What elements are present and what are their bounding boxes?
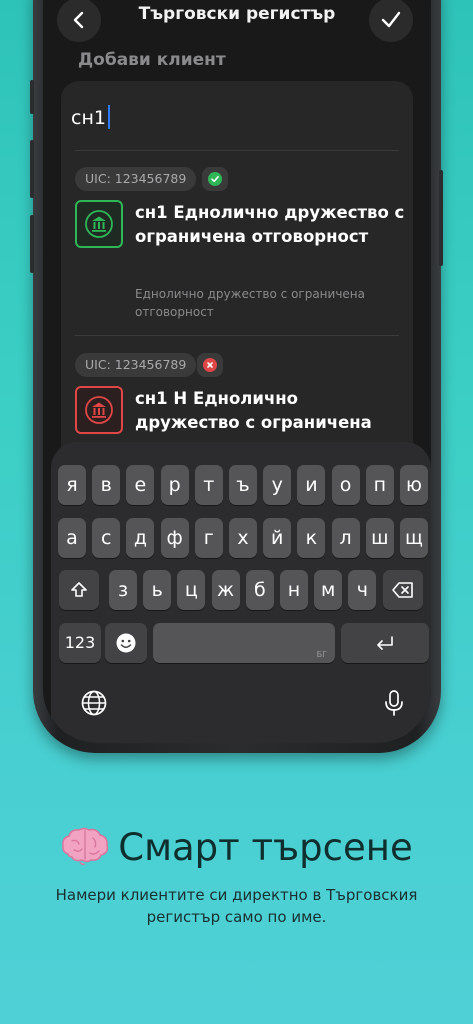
phone-volume-up xyxy=(30,140,34,198)
checkmark-icon xyxy=(381,11,401,28)
return-icon xyxy=(377,636,393,650)
microphone-icon xyxy=(385,690,403,716)
phone-volume-down xyxy=(30,215,34,273)
check-circle-icon xyxy=(211,176,219,183)
key-row2-0[interactable]: а xyxy=(58,518,86,558)
key-row2-5[interactable]: х xyxy=(229,518,257,558)
key-row1-10[interactable]: ю xyxy=(400,465,428,505)
uic-badge: UIC: 123456789 xyxy=(75,353,197,377)
navigation-bar: Търговски регистър xyxy=(43,0,431,42)
divider xyxy=(75,150,399,151)
keyboard: явертъуиопю асдфгхйклшщ зьцжбнмч 123 БГ xyxy=(51,442,431,743)
key-row1-2[interactable]: е xyxy=(126,465,155,505)
key-row2-9[interactable]: ш xyxy=(365,518,394,558)
key-row3-3[interactable]: ж xyxy=(211,570,240,610)
divider xyxy=(75,335,399,336)
key-row2-7[interactable]: к xyxy=(297,518,326,558)
key-row2-8[interactable]: л xyxy=(331,518,360,558)
key-row1-7[interactable]: и xyxy=(297,465,326,505)
key-row2-3[interactable]: ф xyxy=(160,518,189,558)
marketing-subline: Намери клиентите си директно в Търговски… xyxy=(55,886,418,926)
emoji-icon xyxy=(116,633,136,653)
key-row2-4[interactable]: г xyxy=(194,518,223,558)
text-caret xyxy=(107,105,110,129)
key-row1-9[interactable]: п xyxy=(365,465,394,505)
company-icon-invalid xyxy=(75,386,123,434)
close-circle-icon xyxy=(207,362,213,368)
key-row3-4[interactable]: б xyxy=(245,570,274,610)
result-item[interactable]: UIC: 123456789 xyxy=(75,167,405,319)
bank-icon xyxy=(85,210,113,238)
key-row1-6[interactable]: у xyxy=(263,465,292,505)
key-row1-8[interactable]: о xyxy=(331,465,360,505)
backspace-key[interactable] xyxy=(383,570,423,610)
dictation-button[interactable] xyxy=(379,688,409,718)
key-row3-7[interactable]: ч xyxy=(348,570,377,610)
backspace-icon xyxy=(392,582,413,598)
headline-text: Смарт търсене xyxy=(118,826,413,869)
emoji-key[interactable] xyxy=(105,623,147,663)
space-key[interactable]: БГ xyxy=(153,623,335,663)
key-row1-4[interactable]: т xyxy=(194,465,223,505)
search-input-value: сн1 xyxy=(71,107,106,129)
key-row1-5[interactable]: ъ xyxy=(229,465,257,505)
brain-icon xyxy=(62,827,109,866)
key-row3-6[interactable]: м xyxy=(314,570,343,610)
numbers-key[interactable]: 123 xyxy=(59,623,101,663)
company-icon-valid xyxy=(75,200,123,248)
search-input[interactable]: сн1 xyxy=(71,105,110,129)
key-row3-2[interactable]: ц xyxy=(177,570,206,610)
shift-icon xyxy=(71,582,87,597)
bank-icon xyxy=(85,396,113,424)
shift-key[interactable] xyxy=(59,570,99,610)
company-name: сн1 Еднолично дружество с ограничена отг… xyxy=(135,203,405,246)
app-store-screenshot: Търговски регистър Добави клиент сн1 UIC… xyxy=(0,0,473,1024)
return-key[interactable] xyxy=(341,623,429,663)
key-row1-0[interactable]: я xyxy=(58,465,86,505)
key-row1-1[interactable]: в xyxy=(92,465,121,505)
phone-screen: Търговски регистър Добави клиент сн1 UIC… xyxy=(43,0,431,743)
globe-icon xyxy=(81,690,107,716)
keyboard-language-label: БГ xyxy=(316,650,327,659)
key-row3-5[interactable]: н xyxy=(280,570,308,610)
key-row3-0[interactable]: з xyxy=(109,570,137,610)
key-row1-3[interactable]: р xyxy=(160,465,189,505)
phone-side-button xyxy=(30,80,34,114)
company-legal-form: Еднолично дружество с ограничена отговор… xyxy=(135,287,365,319)
key-row3-1[interactable]: ь xyxy=(143,570,172,610)
key-row2-10[interactable]: щ xyxy=(400,518,428,558)
confirm-button[interactable] xyxy=(369,0,413,42)
phone-power-button xyxy=(439,170,443,266)
section-label: Добави клиент xyxy=(78,50,226,70)
key-row2-2[interactable]: д xyxy=(126,518,155,558)
key-row2-1[interactable]: с xyxy=(92,518,121,558)
key-row2-6[interactable]: й xyxy=(263,518,292,558)
status-badge-valid xyxy=(202,167,228,191)
uic-badge: UIC: 123456789 xyxy=(75,167,197,191)
status-badge-invalid xyxy=(197,353,223,377)
marketing-headline: Смарт търсене xyxy=(0,822,473,874)
globe-button[interactable] xyxy=(79,688,109,718)
